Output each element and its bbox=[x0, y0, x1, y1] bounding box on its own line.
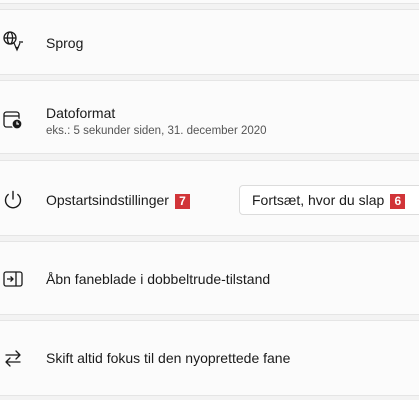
focus-row[interactable]: Skift altid fokus til den nyoprettede fa… bbox=[0, 320, 419, 396]
split-pane-icon bbox=[2, 268, 24, 290]
language-label: Sprog bbox=[46, 35, 84, 51]
startup-dropdown-value: Fortsæt, hvor du slap bbox=[252, 192, 385, 208]
startup-label: Opstartsindstillinger bbox=[46, 192, 169, 208]
power-icon bbox=[2, 189, 24, 211]
date-format-label: Datoformat bbox=[46, 105, 116, 121]
startup-badge: 7 bbox=[174, 193, 190, 209]
startup-label-group: Opstartsindstillinger 7 bbox=[46, 192, 190, 209]
language-row[interactable]: Sprog bbox=[0, 9, 419, 75]
startup-dropdown-badge: 6 bbox=[390, 193, 406, 209]
translate-icon bbox=[2, 30, 24, 52]
open-tabs-label: Åbn faneblade i dobbeltrude-tilstand bbox=[46, 271, 271, 287]
calendar-clock-icon bbox=[2, 109, 24, 131]
open-tabs-row[interactable]: Åbn faneblade i dobbeltrude-tilstand bbox=[0, 241, 419, 315]
startup-dropdown[interactable]: Fortsæt, hvor du slap 6 bbox=[239, 185, 419, 215]
date-format-row[interactable]: Datoformat eks.: 5 sekunder siden, 31. d… bbox=[0, 80, 419, 154]
focus-label: Skift altid fokus til den nyoprettede fa… bbox=[46, 350, 291, 366]
top-card-edge bbox=[0, 0, 419, 4]
swap-arrows-icon bbox=[2, 347, 24, 369]
date-format-example: eks.: 5 sekunder siden, 31. december 202… bbox=[46, 125, 267, 137]
